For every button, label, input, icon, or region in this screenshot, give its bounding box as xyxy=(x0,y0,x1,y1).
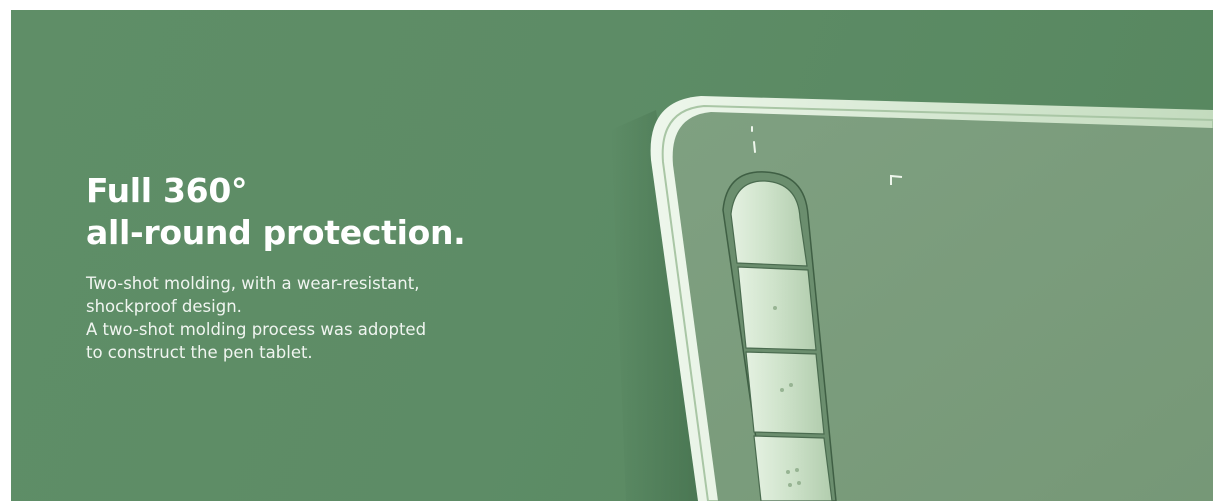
headline-line-2: all-round protection. xyxy=(86,213,466,252)
description-line-2: shockproof design. xyxy=(86,297,242,316)
headline-line-1: Full 360° xyxy=(86,171,248,210)
description: Two-shot molding, with a wear-resistant,… xyxy=(86,272,516,364)
hero-copy: Full 360° all-round protection. Two-shot… xyxy=(86,170,516,364)
description-line-3: A two-shot molding process was adopted xyxy=(86,320,427,339)
hero-banner: Full 360° all-round protection. Two-shot… xyxy=(11,10,1213,501)
express-key-2 xyxy=(737,266,817,351)
description-line-4: to construct the pen tablet. xyxy=(86,343,313,362)
indicator-line xyxy=(753,141,756,153)
express-key-4 xyxy=(753,435,833,501)
express-key-3 xyxy=(745,351,825,435)
description-line-1: Two-shot molding, with a wear-resistant, xyxy=(86,274,420,293)
headline: Full 360° all-round protection. xyxy=(86,170,516,254)
